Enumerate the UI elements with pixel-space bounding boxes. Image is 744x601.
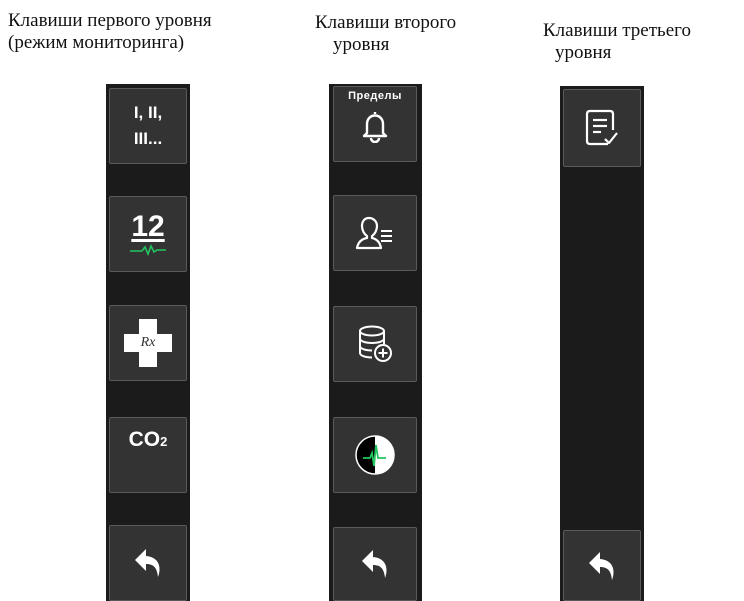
back-arrow-icon [589, 551, 614, 580]
co2-label: CO [128, 428, 161, 451]
leads-label-2: III... [133, 129, 163, 148]
level1-caption-line1: Клавиши первого уровня [8, 10, 212, 31]
back-arrow-icon [135, 549, 160, 577]
co2-button[interactable]: CO2 [109, 417, 187, 493]
data-storage-button[interactable] [333, 306, 417, 382]
leads-label: I, II, [133, 103, 163, 122]
database-add-icon [359, 325, 392, 362]
level2-caption-line1: Клавиши второго [315, 12, 457, 33]
report-check-icon [585, 109, 618, 146]
level1-caption: Клавиши первого уровня (режим мониторинг… [8, 10, 212, 54]
level3-softkey-strip [560, 86, 644, 601]
level3-caption: Клавиши третьего уровня [543, 20, 691, 64]
leads-button[interactable]: I, II, III... [109, 88, 187, 164]
level1-caption-line2: (режим мониторинга) [8, 32, 185, 53]
level3-caption-line1: Клавиши третьего [543, 20, 691, 41]
level2-caption-line2: уровня [333, 34, 390, 55]
ecg-12-lead-button[interactable]: 12 [109, 196, 187, 272]
ecg-12-lead-icon [130, 244, 166, 256]
limits-label: Пределы [348, 90, 402, 102]
level3-caption-line2: уровня [555, 42, 612, 63]
patient-info-button[interactable] [333, 195, 417, 271]
back-button[interactable] [109, 525, 187, 601]
back-button[interactable] [333, 527, 417, 601]
co2-label-wrap: CO2 [129, 428, 168, 452]
limits-button[interactable]: Пределы [333, 86, 417, 162]
level2-softkey-strip: Пределы [329, 84, 422, 601]
back-button[interactable] [563, 530, 641, 601]
back-arrow-icon [362, 550, 387, 578]
ecg-circle-icon [355, 435, 395, 475]
level1-softkey-strip: I, II, III... 12 Rx CO2 [106, 84, 190, 601]
ecg-12-lead-label: 12 [131, 210, 165, 243]
rx-label: Rx [140, 335, 156, 350]
medical-cross-rx-icon: Rx [124, 319, 172, 367]
co2-subscript: 2 [160, 434, 168, 449]
patient-info-icon [355, 216, 392, 250]
report-button[interactable] [563, 89, 641, 167]
level2-caption: Клавиши второго уровня [315, 12, 456, 56]
bell-icon [362, 112, 388, 143]
ecg-view-button[interactable] [333, 417, 417, 493]
medication-button[interactable]: Rx [109, 305, 187, 381]
